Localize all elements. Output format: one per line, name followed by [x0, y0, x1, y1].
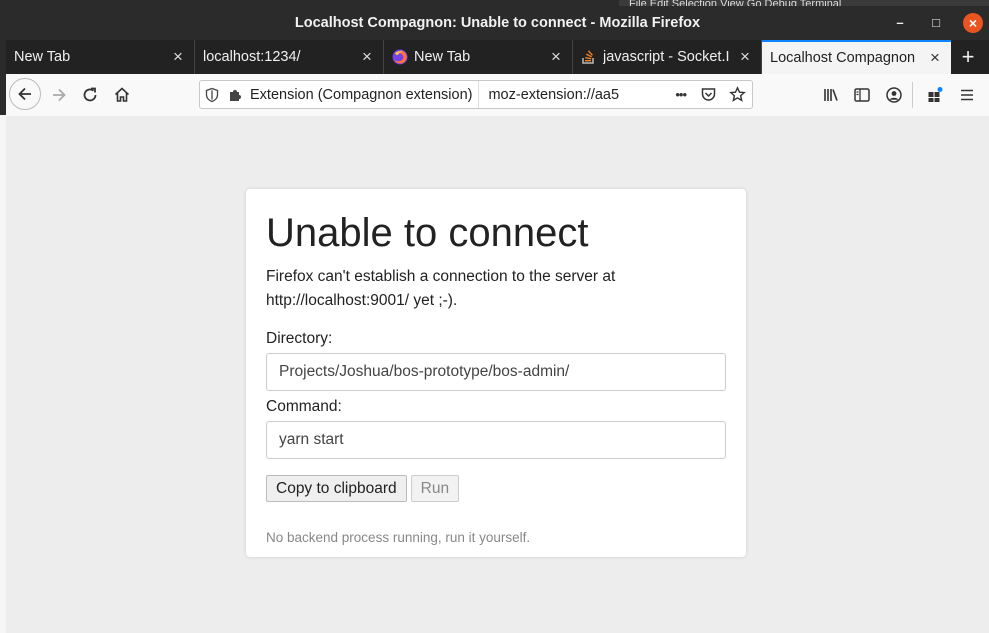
window-title: Localhost Compagnon: Unable to connect -…	[294, 15, 701, 31]
library-icon	[824, 89, 838, 101]
status-message: No backend process running, run it yours…	[266, 530, 531, 545]
tab-close-icon[interactable]: ×	[170, 47, 186, 67]
back-button[interactable]	[9, 78, 41, 110]
toolbar-separator	[912, 82, 913, 108]
hamburger-menu-icon	[961, 89, 973, 101]
tab-label: New Tab	[414, 49, 471, 65]
library-button[interactable]	[818, 82, 844, 108]
account-icon	[886, 87, 902, 103]
command-label: Command:	[266, 398, 342, 415]
tab-bar: New Tab × localhost:1234/ × New Tab × ja…	[6, 40, 989, 74]
back-arrow-icon	[18, 87, 31, 101]
sidebar-button[interactable]	[849, 82, 875, 108]
tab-close-icon[interactable]: ×	[359, 47, 375, 67]
description-line-2: http://localhost:9001/ yet ;-).	[266, 292, 458, 309]
home-button[interactable]	[109, 82, 135, 108]
reload-button[interactable]	[77, 82, 103, 108]
tab-close-icon[interactable]: ×	[927, 48, 943, 68]
directory-label: Directory:	[266, 330, 333, 347]
tab-label: Localhost Compagnon	[770, 50, 916, 66]
error-card: Unable to connect Firefox can't establis…	[246, 189, 746, 557]
title-bar: Localhost Compagnon: Unable to connect -…	[6, 6, 989, 40]
site-identity[interactable]: Extension (Compagnon extension)	[200, 81, 480, 108]
maximize-button[interactable]: □	[927, 14, 945, 32]
extensions-button[interactable]	[922, 82, 948, 108]
error-description: Firefox can't establish a connection to …	[266, 265, 726, 313]
home-icon	[114, 87, 130, 102]
menu-button[interactable]	[954, 82, 980, 108]
tab-close-icon[interactable]: ×	[737, 47, 753, 67]
stackoverflow-icon	[582, 50, 594, 64]
page-title: Unable to connect	[266, 211, 589, 255]
tab-localhost-1234[interactable]: localhost:1234/ ×	[195, 40, 384, 74]
copy-to-clipboard-button[interactable]: Copy to clipboard	[266, 475, 407, 502]
page-content: Unable to connect Firefox can't establis…	[6, 116, 989, 633]
forward-button[interactable]	[46, 82, 72, 108]
tab-label: New Tab	[14, 49, 71, 65]
tab-new-tab-2[interactable]: New Tab ×	[384, 40, 573, 74]
sidebar-icon	[854, 88, 870, 102]
url-text[interactable]: moz-extension://aa5	[488, 87, 675, 103]
navigation-toolbar: Extension (Compagnon extension) moz-exte…	[6, 74, 989, 117]
extension-icon	[928, 87, 943, 102]
firefox-window: Localhost Compagnon: Unable to connect -…	[6, 6, 989, 633]
tab-localhost-compagnon[interactable]: Localhost Compagnon ×	[762, 40, 951, 74]
bookmark-star-icon[interactable]	[729, 86, 746, 103]
run-button[interactable]: Run	[410, 475, 460, 502]
action-buttons: Copy to clipboard Run	[266, 475, 726, 502]
directory-field[interactable]: Projects/Joshua/bos-prototype/bos-admin/	[266, 353, 726, 391]
account-button[interactable]	[881, 82, 907, 108]
close-window-button[interactable]: ×	[963, 13, 983, 33]
page-actions-button[interactable]: •••	[675, 87, 687, 102]
tab-javascript-socket[interactable]: javascript - Socket.I ×	[573, 40, 762, 74]
window-controls: – □ ×	[891, 6, 983, 40]
tab-label: javascript - Socket.I	[603, 49, 730, 65]
firefox-icon	[392, 49, 408, 65]
forward-arrow-icon	[53, 88, 66, 102]
new-tab-button[interactable]: +	[951, 40, 985, 74]
minimize-button[interactable]: –	[891, 14, 909, 32]
tab-new-tab-1[interactable]: New Tab ×	[6, 40, 195, 74]
shield-icon	[205, 87, 219, 102]
url-bar[interactable]: Extension (Compagnon extension) moz-exte…	[199, 80, 753, 109]
tab-label: localhost:1234/	[203, 49, 301, 65]
reload-icon	[83, 87, 97, 102]
extension-puzzle-icon	[230, 89, 241, 101]
description-line-1: Firefox can't establish a connection to …	[266, 268, 616, 285]
tab-close-icon[interactable]: ×	[548, 47, 564, 67]
pocket-icon[interactable]	[700, 86, 717, 103]
command-field[interactable]: yarn start	[266, 421, 726, 459]
extension-identity-label: Extension (Compagnon extension)	[250, 86, 473, 103]
